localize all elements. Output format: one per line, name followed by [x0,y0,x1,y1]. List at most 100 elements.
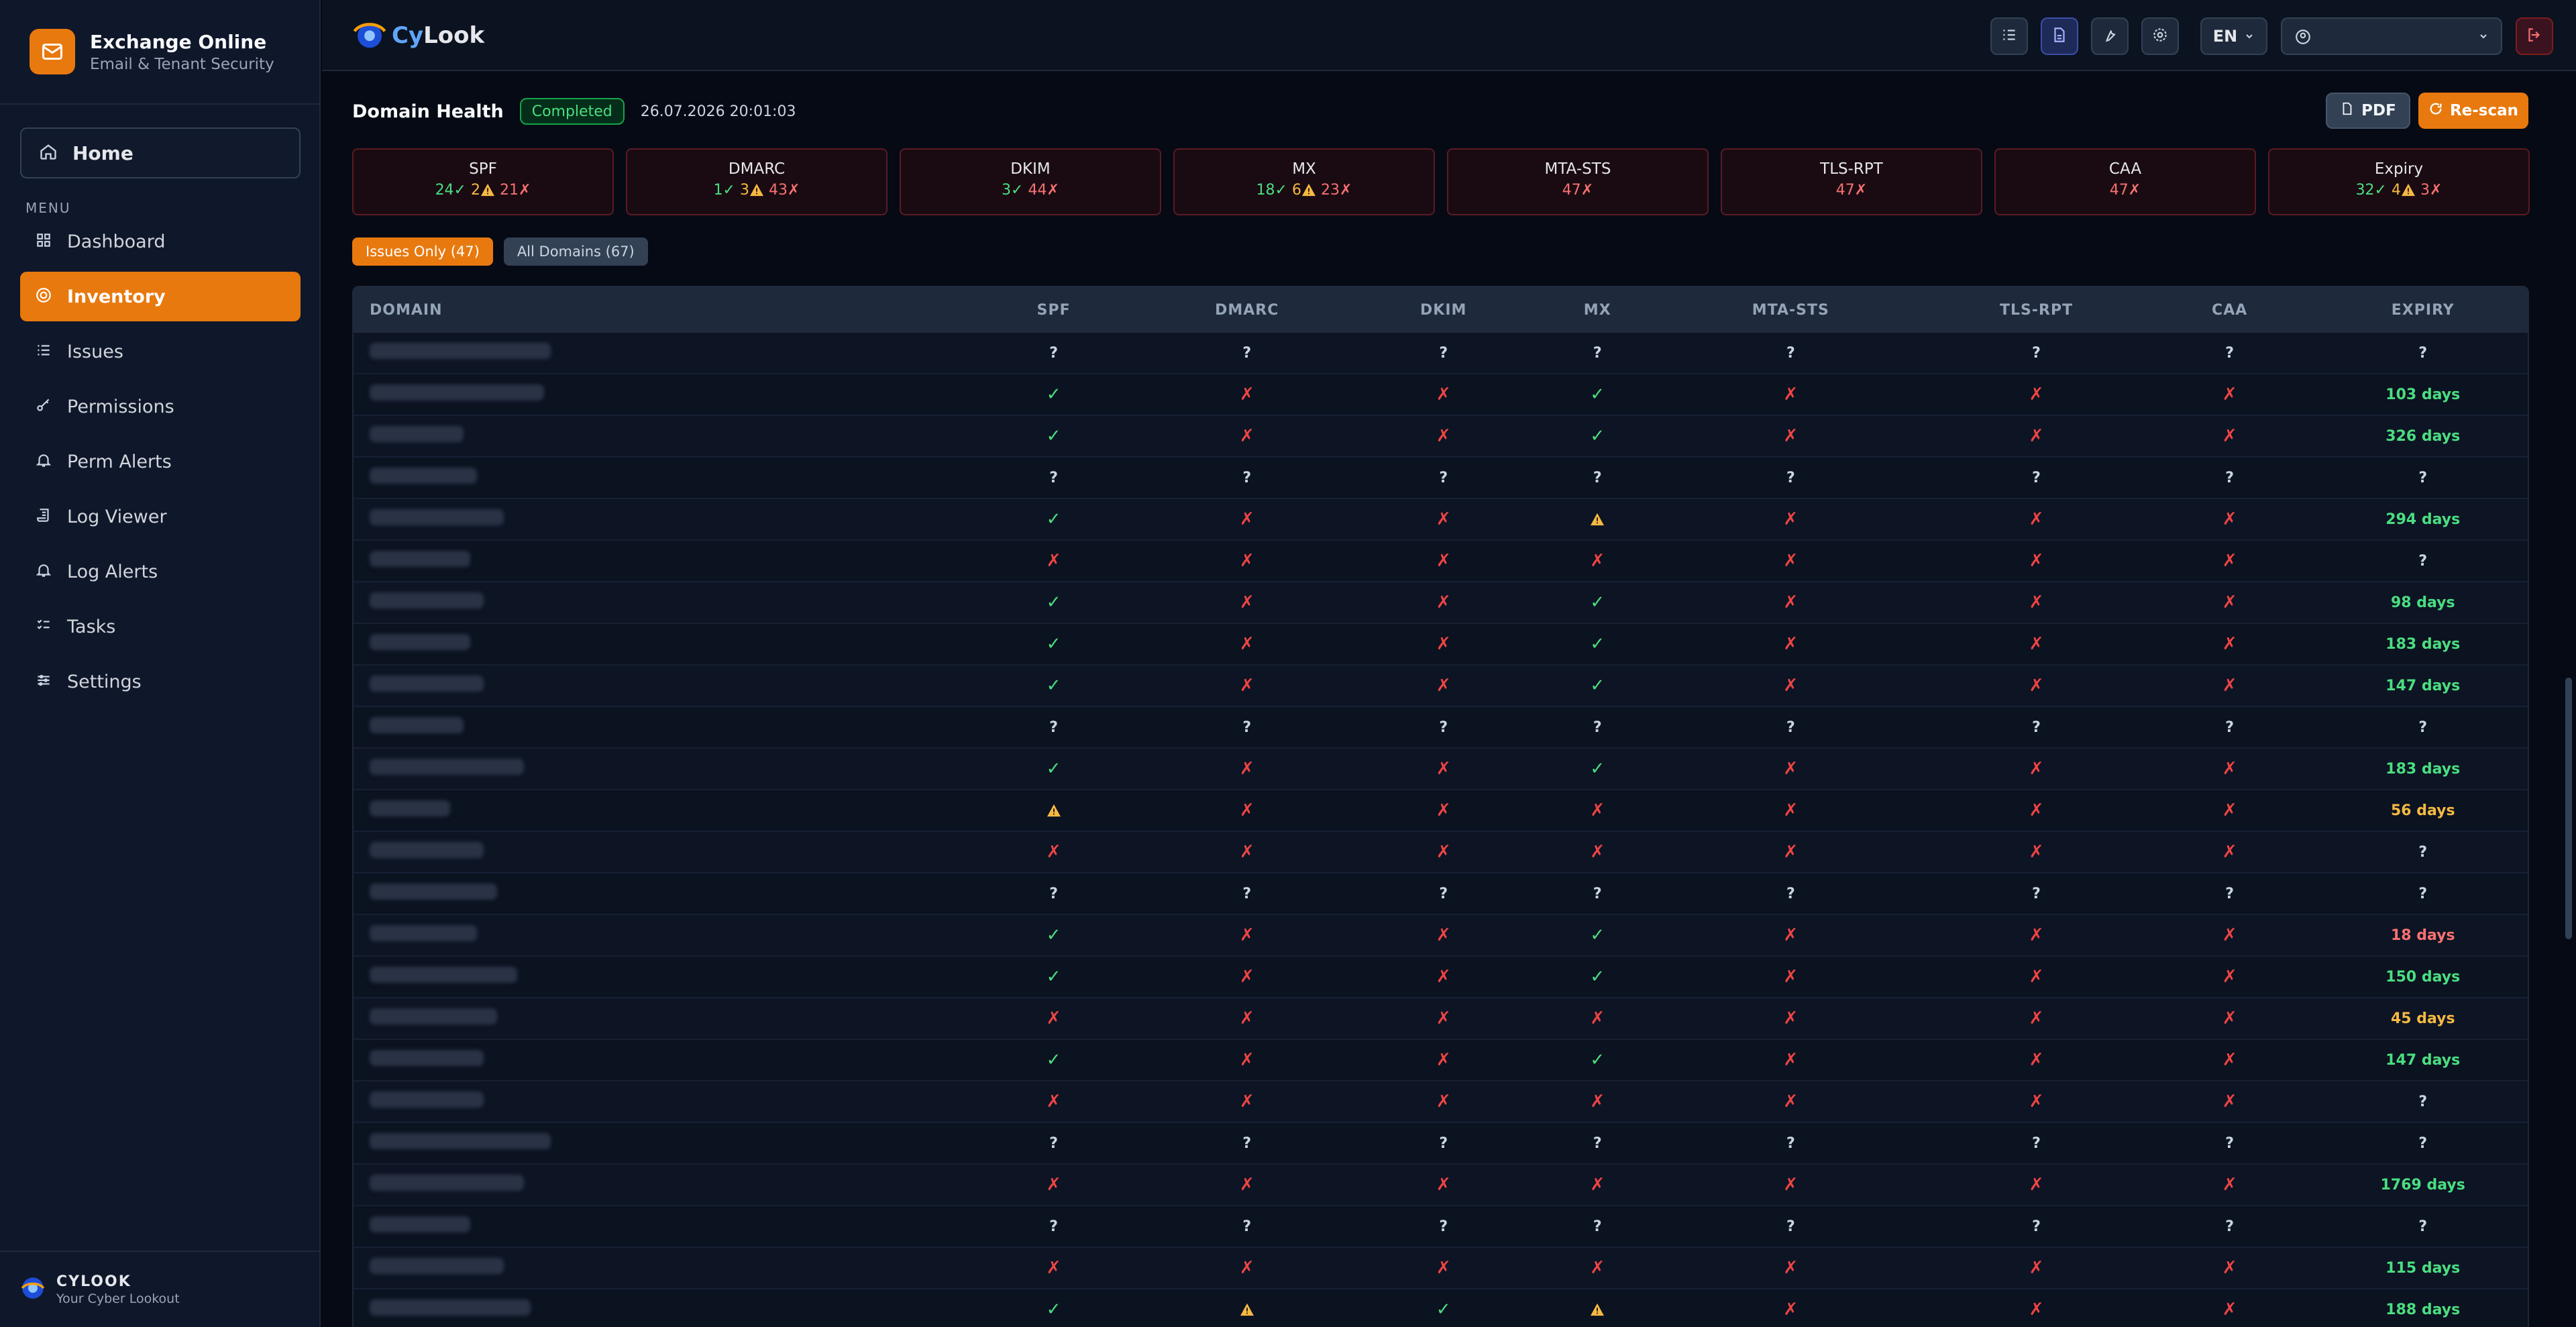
column-header-spf[interactable]: SPF [955,302,1152,319]
cross-icon: ✗ [2029,551,2044,571]
table-row[interactable]: ✓ ✗ ✗ ✓ ✗ ✗ ✗ 326 days [354,416,2528,458]
table-row[interactable]: ✓ ✗ ✗ ✓ ✗ ✗ ✗ 98 days [354,582,2528,624]
summary-card-dmarc[interactable]: DMARC 1✓ 3 43✗ [626,148,888,215]
table-row[interactable]: ✗ ✗ ✗ ✗ ✗ ✗ ✗ 115 days [354,1248,2528,1289]
column-header-mx[interactable]: MX [1545,302,1650,319]
cross-icon: ✗ [2029,1299,2044,1320]
column-header-domain[interactable]: DOMAIN [354,302,1009,319]
sidebar-item-inventory[interactable]: Inventory [20,272,301,321]
sidebar-item-issues[interactable]: Issues [20,327,301,376]
summary-card-caa[interactable]: CAA 47✗ [1994,148,2256,215]
cross-icon: ✗ [2222,967,2237,987]
column-header-expiry[interactable]: EXPIRY [2318,302,2528,319]
table-row[interactable]: ???????? [354,1123,2528,1165]
scan-timestamp: 26.07.2026 20:01:03 [640,103,796,120]
report-button[interactable] [2041,17,2078,55]
domain-cell-redacted [354,716,1009,738]
expiry-cell: ? [2418,1093,2428,1110]
table-row[interactable]: ???????? [354,1206,2528,1248]
column-header-caa[interactable]: CAA [2141,302,2318,319]
domain-cell-redacted [354,1174,1009,1196]
gear-icon [2151,26,2169,46]
domain-table: DOMAIN SPF DMARC DKIM MX MTA-STS TLS-RPT CAA EXP… [352,286,2529,1327]
cross-icon: ✗ [2029,800,2044,820]
sidebar-item-log-viewer[interactable]: Log Viewer [20,492,301,541]
unknown-status: ? [2032,885,2041,902]
table-row[interactable]: ✓ ✗ ✗ ✓ ✗ ✗ ✗ 183 days [354,624,2528,666]
rescan-button[interactable]: Re-scan [2418,93,2528,129]
table-row[interactable]: ✗ ✗ ✗ ✗ ✗ ✗ ✗ 45 days [354,998,2528,1040]
check-icon: ✓ [1046,509,1061,529]
column-header-mta-sts[interactable]: MTA-STS [1650,302,1931,319]
column-header-dkim[interactable]: DKIM [1342,302,1545,319]
filter-issues-only[interactable]: Issues Only (47) [352,237,493,266]
summary-card-mx[interactable]: MX 18✓ 6 23✗ [1173,148,1435,215]
sidebar-item-dashboard[interactable]: Dashboard [20,217,301,266]
table-row[interactable]: ???????? [354,873,2528,915]
language-select[interactable]: EN [2200,17,2267,55]
filter-all-domains[interactable]: All Domains (67) [503,237,648,266]
cross-icon: ✗ [2222,592,2237,613]
table-row[interactable]: ???????? [354,333,2528,374]
footer-subtitle: Your Cyber Lookout [56,1291,180,1306]
table-row[interactable]: ???????? [354,707,2528,749]
cross-icon: ✗ [2222,925,2237,945]
checklist-button[interactable] [1990,17,2028,55]
summary-card-mta-sts[interactable]: MTA-STS 47✗ [1447,148,1709,215]
table-row[interactable]: ✓ ✓ ✗ ✗ ✗ 188 days [354,1289,2528,1327]
ok-count: 32✓ [2355,182,2387,199]
sidebar-item-tasks[interactable]: Tasks [20,602,301,651]
expiry-cell: 326 days [2385,427,2461,445]
column-header-tls-rpt[interactable]: TLS-RPT [1931,302,2141,319]
summary-card-spf[interactable]: SPF 24✓ 2 21✗ [352,148,614,215]
table-row[interactable]: ✗ ✗ ✗ ✗ ✗ ✗ ✗ 1769 days [354,1165,2528,1206]
logout-button[interactable] [2516,17,2553,55]
table-row[interactable]: ✓ ✗ ✗ ✓ ✗ ✗ ✗ 183 days [354,749,2528,790]
ok-count: 3✓ [1002,182,1024,199]
cross-icon: ✗ [2029,1092,2044,1112]
table-row[interactable]: ✗ ✗ ✗ ✗ ✗ ✗ ✗? [354,1081,2528,1123]
top-bar: CyLook EN [322,0,2576,71]
table-row[interactable]: ✓ ✗ ✗ ✓ ✗ ✗ ✗ 147 days [354,1040,2528,1081]
table-row[interactable]: ✓ ✗ ✗ ✓ ✗ ✗ ✗ 103 days [354,374,2528,416]
tools-button[interactable] [2091,17,2129,55]
summary-card-stats: 32✓ 4 3✗ [2269,182,2528,199]
check-icon: ✓ [1046,592,1061,613]
nav-home[interactable]: Home [20,127,301,178]
table-row[interactable]: ✗ ✗ ✗ ✗ ✗ ✗ ✗? [354,541,2528,582]
sidebar-item-perm-alerts[interactable]: Perm Alerts [20,437,301,486]
sidebar-item-settings[interactable]: Settings [20,657,301,706]
cylook-logo[interactable]: CyLook [352,16,484,55]
table-row[interactable]: ✓ ✗ ✗ ✓ ✗ ✗ ✗ 147 days [354,666,2528,707]
scrollbar-thumb[interactable] [2565,678,2572,939]
table-row[interactable]: ✓ ✗ ✗ ✗ ✗ ✗ 294 days [354,499,2528,541]
sidebar-item-permissions[interactable]: Permissions [20,382,301,431]
table-row[interactable]: ✗ ✗ ✗ ✗ ✗ ✗ ✗? [354,832,2528,873]
user-select[interactable] [2281,17,2502,55]
summary-card-tls-rpt[interactable]: TLS-RPT 47✗ [1721,148,1982,215]
unknown-status: ? [2225,885,2235,902]
table-row[interactable]: ???????? [354,458,2528,499]
summary-card-title: MX [1292,160,1316,178]
cross-icon: ✗ [1436,426,1451,446]
summary-card-dkim[interactable]: DKIM 3✓ 44✗ [900,148,1161,215]
cross-icon: ✗ [1783,842,1799,862]
table-row[interactable]: ✓ ✗ ✗ ✓ ✗ ✗ ✗ 150 days [354,957,2528,998]
home-icon [39,142,58,164]
expiry-cell: 45 days [2390,1010,2455,1027]
wrench-icon [2101,26,2118,46]
warning-icon [1152,1302,1342,1318]
column-header-dmarc[interactable]: DMARC [1152,302,1342,319]
summary-card-expiry[interactable]: Expiry 32✓ 4 3✗ [2268,148,2530,215]
logo-text-look: Look [423,22,485,49]
table-row[interactable]: ✗ ✗ ✗ ✗ ✗ ✗ 56 days [354,790,2528,832]
pdf-button[interactable]: PDF [2326,93,2410,129]
summary-card-title: DMARC [728,160,786,178]
unknown-status: ? [1439,1218,1448,1235]
settings-button[interactable] [2141,17,2179,55]
sidebar-item-log-alerts[interactable]: Log Alerts [20,547,301,596]
unknown-status: ? [1049,1218,1059,1235]
table-row[interactable]: ✓ ✗ ✗ ✓ ✗ ✗ ✗ 18 days [354,915,2528,957]
cross-icon: ✗ [1046,1258,1061,1278]
fail-count: 44✗ [1028,182,1059,199]
